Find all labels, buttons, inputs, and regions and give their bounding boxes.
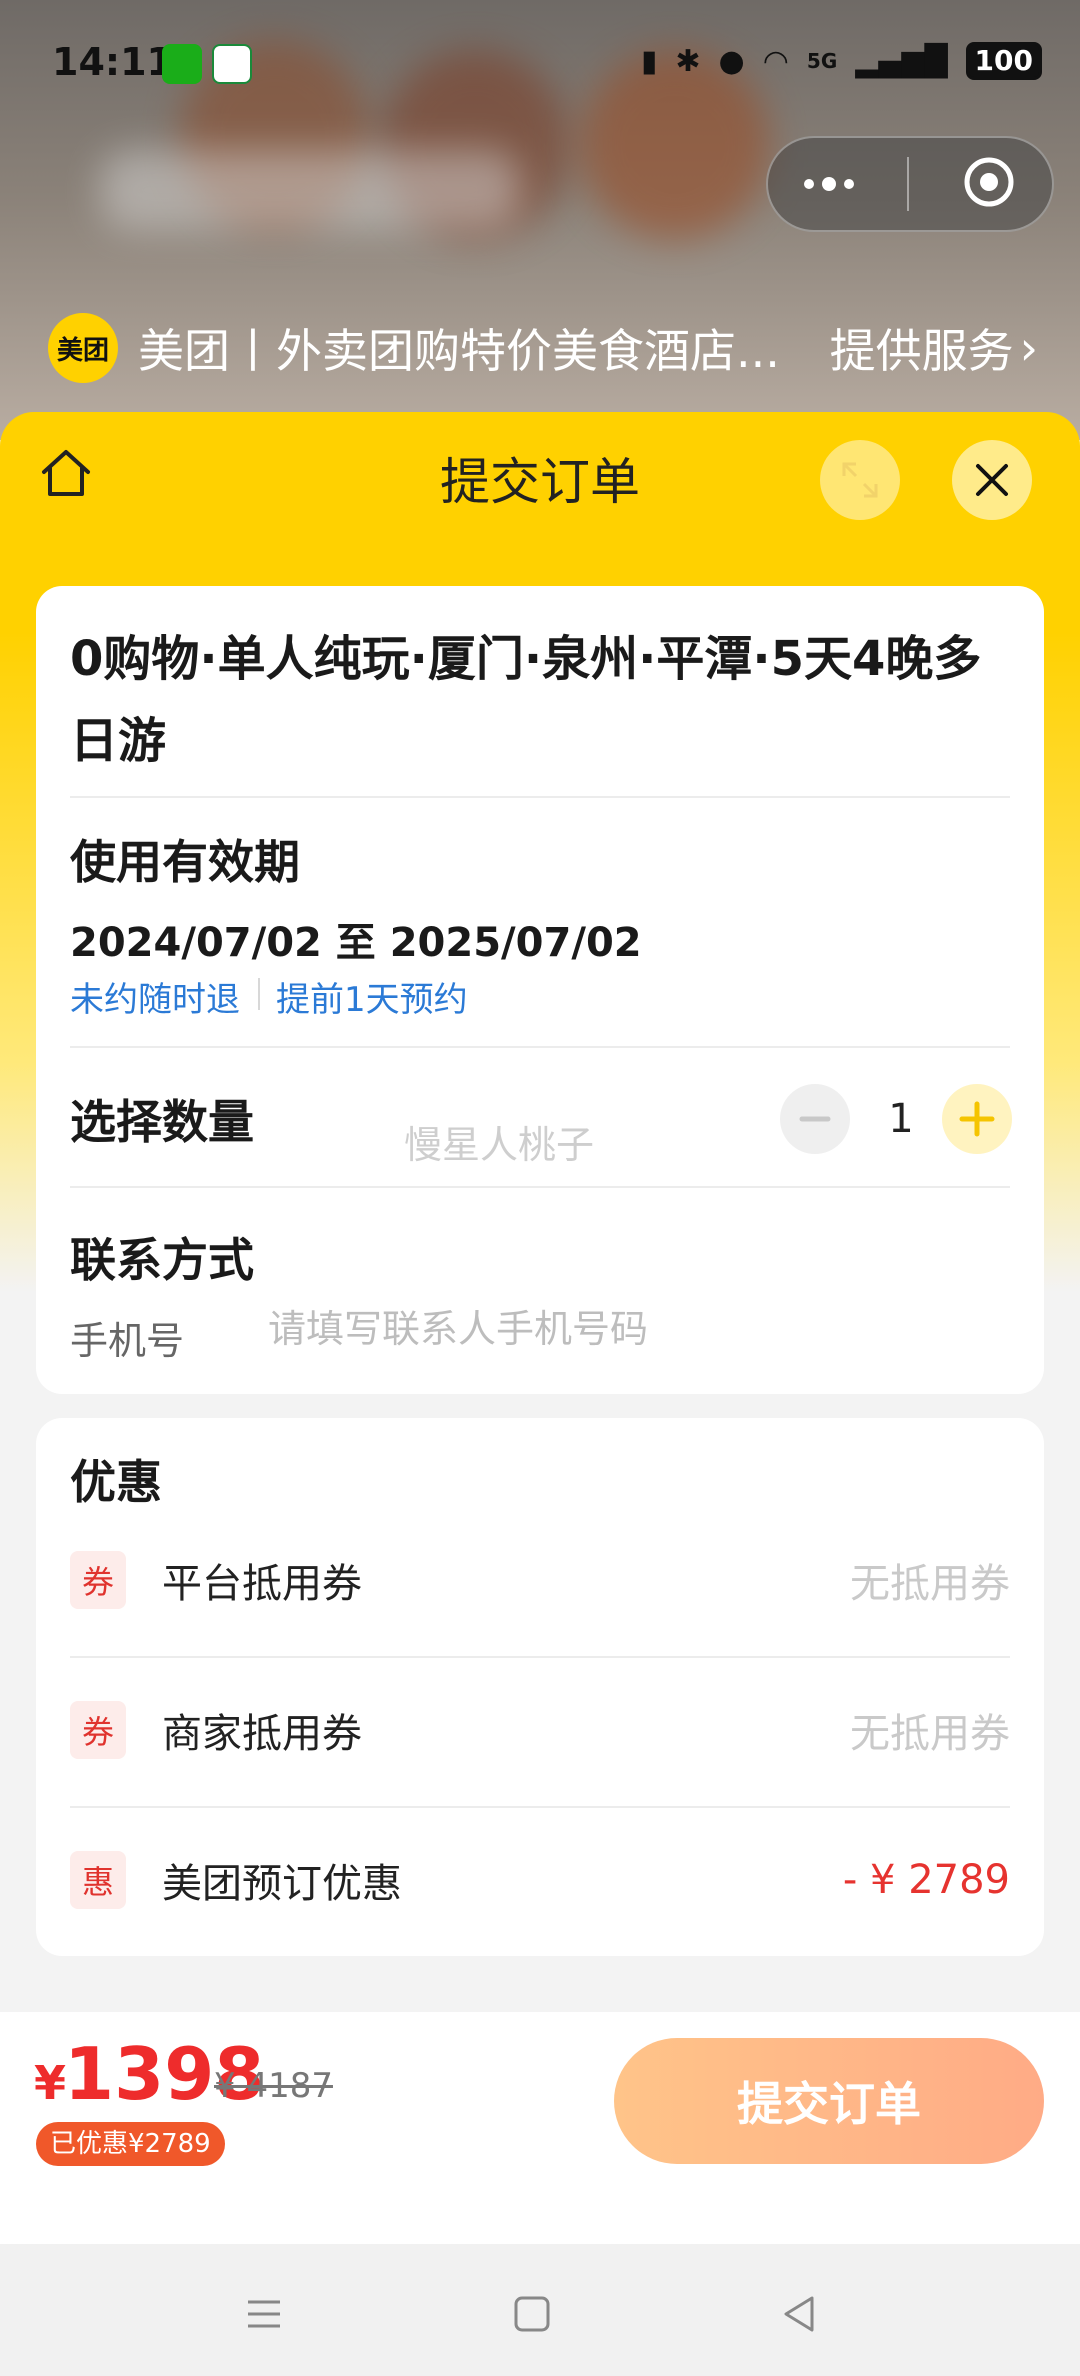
capsule-divider (907, 157, 909, 211)
target-circle-icon[interactable] (962, 155, 1016, 213)
divider (70, 796, 1010, 798)
service-link[interactable]: 提供服务 (830, 315, 1014, 381)
platform-coupon-row[interactable]: 券 平台抵用券 无抵用券 (70, 1530, 1010, 1630)
submit-order-button[interactable]: 提交订单 (614, 2038, 1044, 2164)
phone-label: 手机号 (70, 1319, 185, 1363)
discounts-card: 优惠 券 平台抵用券 无抵用券 券 商家抵用券 无抵用券 惠 美团预订优惠 - … (36, 1418, 1044, 1956)
menu-icon[interactable] (234, 2284, 294, 2344)
chevron-right-icon: › (1019, 321, 1038, 375)
back-icon[interactable] (770, 2284, 830, 2344)
bluetooth-icon: ✱ (675, 43, 701, 79)
battery-indicator: 100 (965, 42, 1042, 80)
validity-title: 使用有效期 (70, 835, 300, 889)
meituan-logo: 美团 (48, 313, 118, 383)
wifi-icon: ◠ (762, 43, 789, 79)
divider (70, 1186, 1010, 1188)
quantity-decrease-button[interactable] (780, 1084, 850, 1154)
phone-input[interactable] (266, 1298, 1010, 1360)
coupon-badge: 券 (70, 1551, 126, 1609)
minus-icon (799, 1116, 831, 1122)
sheet-header: 提交订单 (0, 412, 1080, 552)
wechat-icon (162, 44, 202, 84)
discounts-title: 优惠 (70, 1455, 162, 1509)
discount-label: 美团预订优惠 (162, 1861, 402, 1907)
quantity-label: 选择数量 (70, 1095, 254, 1149)
coupon-label: 平台抵用券 (162, 1561, 362, 1607)
quantity-value: 1 (888, 1096, 914, 1142)
close-icon[interactable] (952, 440, 1032, 520)
system-navigation-bar (0, 2244, 1080, 2376)
divider (70, 1046, 1010, 1048)
discount-badge: 惠 (70, 1851, 126, 1909)
contact-title: 联系方式 (70, 1233, 254, 1287)
discount-value: - ¥ 2789 (842, 1857, 1010, 1903)
location-icon: ● (718, 43, 745, 79)
coupon-value: 无抵用券 (850, 1561, 1010, 1607)
merchant-coupon-row[interactable]: 券 商家抵用券 无抵用券 (70, 1680, 1010, 1780)
divider (70, 1806, 1010, 1808)
status-bar: 14:11 ▮ ✱ ● ◠ 5G ▂▄▆█ 100 (0, 0, 1080, 130)
post-office-icon (212, 44, 252, 84)
original-price: ¥ 4187 (214, 2066, 333, 2106)
quantity-increase-button[interactable] (942, 1084, 1012, 1154)
coupon-label: 商家抵用券 (162, 1711, 362, 1757)
service-provider-row[interactable]: 美团 美团丨外卖团购特价美食酒店... 提供服务 › (48, 312, 1038, 384)
coupon-value: 无抵用券 (850, 1711, 1010, 1757)
status-time: 14:11 (52, 40, 173, 84)
watermark-text: 慢星人桃子 (404, 1123, 595, 1167)
more-dots-icon[interactable] (804, 177, 854, 191)
checkout-bar: ¥ 1398 ¥ 4187 已优惠¥2789 提交订单 (0, 2012, 1080, 2244)
tag-divider (258, 978, 260, 1010)
mini-program-capsule (766, 136, 1054, 232)
order-info-card: 0购物·单人纯玩·厦门·泉州·平潭·5天4晚多日游 使用有效期 2024/07/… (36, 586, 1044, 1394)
booking-discount-row: 惠 美团预订优惠 - ¥ 2789 (70, 1830, 1010, 1930)
reservation-tag[interactable]: 提前1天预约 (276, 972, 468, 1021)
product-title: 0购物·单人纯玩·厦门·泉州·平潭·5天4晚多日游 (70, 631, 982, 769)
currency-symbol: ¥ (34, 2056, 67, 2110)
coupon-badge: 券 (70, 1701, 126, 1759)
saved-amount-badge: 已优惠¥2789 (36, 2122, 225, 2166)
validity-dates: 2024/07/02 至 2025/07/02 (70, 920, 642, 966)
home-square-icon[interactable] (502, 2284, 562, 2344)
plus-icon (959, 1101, 995, 1137)
page-title: 提交订单 (440, 453, 640, 511)
signal-icon: ▂▄▆█ (855, 43, 948, 79)
network-label: 5G (806, 49, 838, 73)
vibrate-icon: ▮ (640, 43, 658, 79)
divider (70, 1656, 1010, 1658)
refund-tag[interactable]: 未约随时退 (70, 972, 240, 1021)
provider-name: 美团丨外卖团购特价美食酒店... (138, 324, 780, 378)
expand-icon[interactable] (820, 440, 900, 520)
